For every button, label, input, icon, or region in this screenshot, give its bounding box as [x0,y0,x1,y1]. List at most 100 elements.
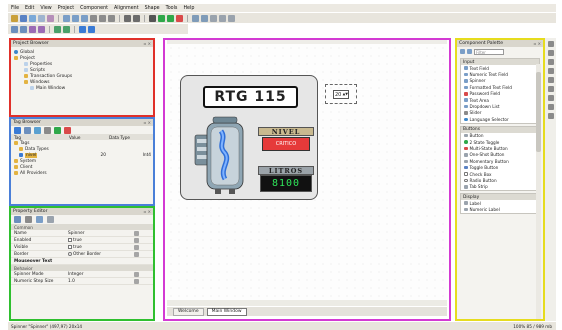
property-row[interactable]: Numeric Step Size 1.0 [11,278,153,285]
property-value[interactable]: Integer [68,272,134,277]
palette-item[interactable]: Language Selector [461,116,539,122]
column-header[interactable]: Value [69,135,109,140]
binding-icon[interactable] [134,244,139,250]
panel-controls-icon[interactable]: ▫ × [144,120,151,125]
litros-digital-display[interactable]: 8100 [260,175,312,192]
line-tool-icon[interactable] [547,95,554,101]
column-header[interactable]: Tag [14,135,69,140]
run-icon[interactable] [167,14,174,22]
edit-tag-icon[interactable] [24,126,31,134]
enabled-checkbox[interactable] [68,238,72,242]
tab-welcome[interactable]: Welcome [173,307,204,316]
dropdown-icon[interactable] [134,271,139,277]
column-header[interactable]: Data Type [109,135,154,140]
copy-icon[interactable] [38,14,45,22]
property-value[interactable]: Spinner [68,231,134,236]
project-icon[interactable] [11,25,18,33]
palette-scrollbar-thumb[interactable] [536,72,541,152]
property-row[interactable]: Spinner Mode Integer [11,271,153,278]
database-icon[interactable] [88,25,95,33]
table-row[interactable]: All Providers [11,170,153,176]
ungroup-icon[interactable] [133,14,140,22]
open-icon[interactable] [11,14,18,22]
palette-filter-input[interactable]: Filter [474,48,504,55]
align-right-icon[interactable] [81,14,88,22]
panel-controls-icon[interactable]: ▫ × [534,41,541,46]
tree-item-main-window[interactable]: Main Window [14,85,150,91]
zoom-fit-icon[interactable] [228,14,235,22]
horizontal-scrollbar[interactable] [167,300,447,306]
view-list-icon[interactable] [460,49,465,54]
nivel-label[interactable]: NIVEL [258,127,314,136]
grid-icon[interactable] [192,14,199,22]
palette-item[interactable]: Numeric Label [461,206,539,212]
menu-project[interactable]: Project [58,6,74,11]
property-row[interactable]: Mouseover Text [11,258,153,265]
align-bottom-icon[interactable] [108,14,115,22]
zoom-in-icon[interactable] [210,14,217,22]
binding-icon[interactable] [134,230,139,236]
ellipse-tool-icon[interactable] [547,59,554,65]
window-title-label[interactable]: RTG 115 [203,86,298,108]
table-row[interactable]: nivel 20 Int4 [11,152,153,158]
import-icon[interactable] [54,126,61,134]
align-top-icon[interactable] [90,14,97,22]
publish-icon[interactable] [20,25,27,33]
stop-icon[interactable] [176,14,183,22]
align-left-icon[interactable] [63,14,70,22]
spinner-component[interactable]: 20 ▲▼ [333,90,349,99]
polygon-tool-icon[interactable] [547,68,554,74]
menu-view[interactable]: View [40,6,51,11]
litros-label[interactable]: LITROS [258,166,314,175]
filter-icon[interactable] [44,126,51,134]
preview-icon[interactable] [54,25,61,33]
delete-icon[interactable] [64,126,71,134]
property-value[interactable]: 1.0 [68,279,134,284]
menu-alignment[interactable]: Alignment [114,6,139,11]
group-icon[interactable] [124,14,131,22]
redo-icon[interactable] [38,25,45,33]
filter-icon[interactable] [25,216,32,223]
panel-controls-icon[interactable]: ▫ × [144,41,151,46]
spinner-arrows-icon[interactable]: ▲▼ [343,92,348,97]
property-row[interactable]: Border Other Border [11,251,153,258]
align-middle-icon[interactable] [99,14,106,22]
pointer-icon[interactable] [149,14,156,22]
tab-main-window[interactable]: Main Window [206,307,247,316]
snap-icon[interactable] [201,14,208,22]
undo-icon[interactable] [29,25,36,33]
menu-tools[interactable]: Tools [166,6,178,11]
paste-icon[interactable] [47,14,54,22]
property-row[interactable]: Name Spinner [11,230,153,237]
align-center-icon[interactable] [72,14,79,22]
path-tool-icon[interactable] [547,104,554,110]
menu-help[interactable]: Help [183,6,194,11]
view-grid-icon[interactable] [467,49,472,54]
cut-icon[interactable] [29,14,36,22]
binding-icon[interactable] [134,278,139,284]
pointer-tool-icon[interactable] [547,41,554,47]
property-row[interactable]: Visible true [11,244,153,251]
play-icon[interactable] [158,14,165,22]
visible-checkbox[interactable] [68,245,72,249]
tank-icon[interactable] [193,113,251,195]
sort-icon[interactable] [14,216,21,223]
panel-controls-icon[interactable]: ▫ × [144,209,151,214]
property-row[interactable]: Enabled true [11,237,153,244]
binding-icon[interactable] [36,216,43,223]
menu-edit[interactable]: Edit [25,6,34,11]
edit-icon[interactable] [134,251,139,257]
zoom-out-icon[interactable] [219,14,226,22]
launch-icon[interactable] [63,25,70,33]
customizers-icon[interactable] [47,216,54,223]
tag-icon[interactable] [79,25,86,33]
binding-icon[interactable] [134,237,139,243]
pencil-tool-icon[interactable] [547,86,554,92]
new-tag-icon[interactable] [14,126,21,134]
border-radio[interactable] [68,252,72,256]
eyedropper-tool-icon[interactable] [547,113,554,119]
menu-shape[interactable]: Shape [145,6,160,11]
palette-item[interactable]: Tab Strip [461,184,539,190]
star-tool-icon[interactable] [547,77,554,83]
rectangle-tool-icon[interactable] [547,50,554,56]
